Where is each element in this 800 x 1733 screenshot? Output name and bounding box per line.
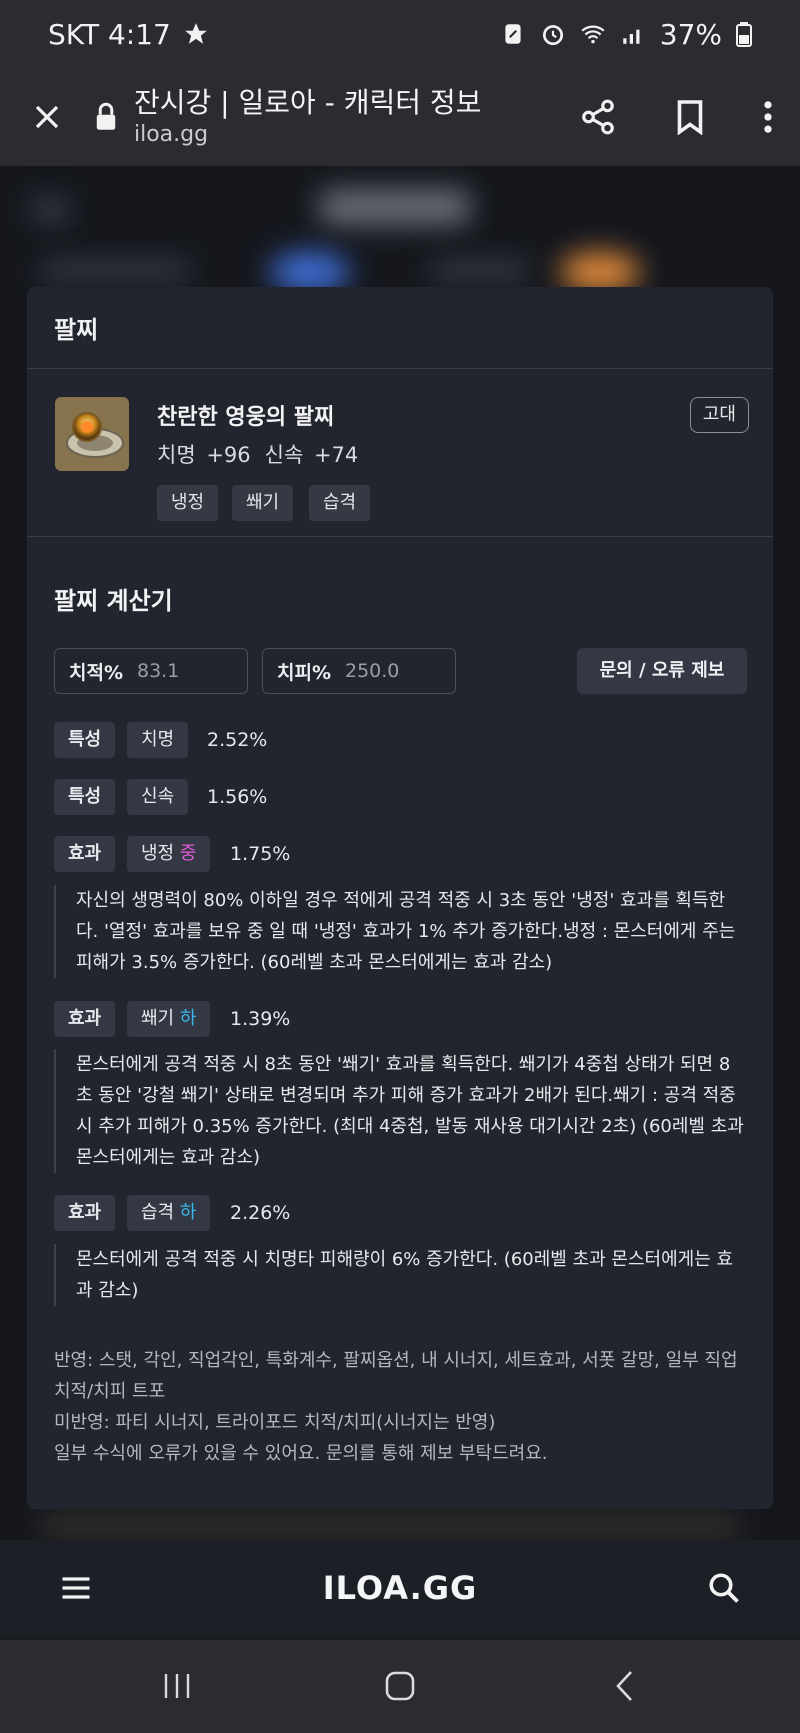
browser-toolbar: 잔시강 | 일로아 - 캐릭터 정보 iloa.gg	[0, 68, 800, 166]
status-bar: SKT 4:17 37%	[0, 0, 800, 68]
row-name: 습격	[141, 1202, 175, 1223]
more-options-button[interactable]	[736, 68, 800, 166]
page-url: iloa.gg	[134, 122, 209, 147]
page-title: 잔시강 | 일로아 - 캐릭터 정보	[134, 86, 482, 119]
row-name-chip: 쐐기 하	[127, 1001, 211, 1037]
calculator-notes: 반영: 스탯, 각인, 직업각인, 특화계수, 팔찌옵션, 내 시너지, 세트효…	[54, 1345, 754, 1469]
row-value: 1.56%	[207, 786, 268, 808]
nfc-icon	[505, 24, 521, 44]
note-applied: 반영: 스탯, 각인, 직업각인, 특화계수, 팔찌옵션, 내 시너지, 세트효…	[54, 1350, 738, 1402]
crit-rate-field[interactable]: 치적% 83.1	[54, 648, 248, 694]
wifi-icon	[581, 25, 605, 44]
recents-button[interactable]	[147, 1658, 207, 1714]
bracelet-stat-crit: 치명 +96	[157, 443, 251, 467]
crit-damage-label: 치피%	[277, 661, 331, 684]
row-value: 2.26%	[230, 1202, 291, 1224]
row-description: 몬스터에게 공격 적중 시 치명타 피해량이 6% 증가한다. (60레벨 초과…	[54, 1244, 744, 1306]
row-name: 냉정	[141, 843, 175, 864]
status-time: SKT 4:17	[48, 17, 171, 51]
report-error-button[interactable]: 문의 / 오류 제보	[577, 648, 747, 694]
lock-icon	[96, 102, 116, 130]
row-name: 신속	[127, 779, 189, 815]
row-level: 하	[179, 1008, 197, 1029]
row-kind: 특성	[54, 722, 116, 758]
back-button[interactable]	[595, 1658, 655, 1714]
back-icon	[616, 1671, 632, 1701]
row-level: 중	[179, 843, 197, 864]
close-tab-button[interactable]	[0, 68, 94, 166]
bracelet-item: 찬란한 영웅의 팔찌 치명 +96 신속 +74 냉정 쐐기 습격 고대	[27, 369, 773, 537]
battery-icon	[736, 22, 752, 47]
recents-icon	[164, 1674, 190, 1698]
bracelet-tag-2: 쐐기	[232, 485, 294, 521]
crit-rate-value[interactable]: 83.1	[137, 660, 179, 682]
bracelet-stat-swift: 신속 +74	[264, 443, 359, 467]
note-not-applied: 미반영: 파티 시너지, 트라이포드 치적/치피(시너지는 반영)	[54, 1412, 496, 1433]
calculator-title: 팔찌 계산기	[54, 587, 173, 615]
share-button[interactable]	[552, 68, 644, 166]
bracelet-item-icon	[55, 397, 129, 471]
signal-icon	[623, 29, 640, 44]
bracelet-tag-3: 습격	[309, 485, 371, 521]
row-value: 1.75%	[230, 843, 291, 865]
row-value: 2.52%	[207, 729, 268, 751]
card-header: 팔찌	[27, 287, 773, 369]
site-bottom-nav: ILOA.GG	[0, 1540, 800, 1636]
row-kind: 효과	[54, 1001, 116, 1037]
star-icon	[185, 23, 207, 44]
bracelet-name: 찬란한 영웅의 팔찌	[157, 405, 335, 430]
row-name: 치명	[127, 722, 189, 758]
row-value: 1.39%	[230, 1008, 291, 1030]
row-kind: 특성	[54, 779, 116, 815]
row-level: 하	[179, 1202, 197, 1223]
more-icon	[764, 101, 772, 133]
row-kind: 효과	[54, 1195, 116, 1231]
share-icon	[582, 99, 614, 135]
grade-badge: 고대	[689, 397, 749, 433]
row-description: 자신의 생명력이 80% 이하일 경우 적에게 공격 적중 시 3초 동안 '냉…	[54, 885, 744, 978]
bookmark-icon	[677, 100, 703, 135]
crit-damage-field[interactable]: 치피% 250.0	[262, 648, 456, 694]
search-icon[interactable]	[706, 1570, 742, 1606]
row-name-chip: 냉정 중	[127, 836, 211, 872]
bracelet-card: 팔찌 찬란한 영웅의 팔찌 치명 +96 신속 +74 냉정 쐐기 습격 고대 팔…	[27, 287, 773, 1509]
site-logo[interactable]: ILOA.GG	[0, 1569, 800, 1607]
row-name-chip: 습격 하	[127, 1195, 211, 1231]
crit-rate-label: 치적%	[69, 661, 123, 684]
bracelet-tag-1: 냉정	[157, 485, 219, 521]
row-description: 몬스터에게 공격 적중 시 8초 동안 '쐐기' 효과를 획득한다. 쐐기가 4…	[54, 1049, 744, 1173]
row-kind: 효과	[54, 836, 116, 872]
alarm-icon	[542, 25, 563, 46]
crit-damage-value[interactable]: 250.0	[345, 660, 399, 682]
home-icon	[385, 1671, 415, 1701]
close-icon	[35, 105, 59, 129]
bookmark-button[interactable]	[644, 68, 736, 166]
note-disclaimer: 일부 수식에 오류가 있을 수 있어요. 문의를 통해 제보 부탁드려요.	[54, 1443, 548, 1464]
bracelet-stats: 치명 +96 신속 +74	[157, 439, 358, 469]
address-bar[interactable]: 잔시강 | 일로아 - 캐릭터 정보 iloa.gg	[134, 85, 552, 149]
home-button[interactable]	[370, 1658, 430, 1714]
row-name: 쐐기	[141, 1008, 175, 1029]
android-navigation-bar	[0, 1640, 800, 1733]
battery-percent: 37%	[659, 17, 722, 51]
